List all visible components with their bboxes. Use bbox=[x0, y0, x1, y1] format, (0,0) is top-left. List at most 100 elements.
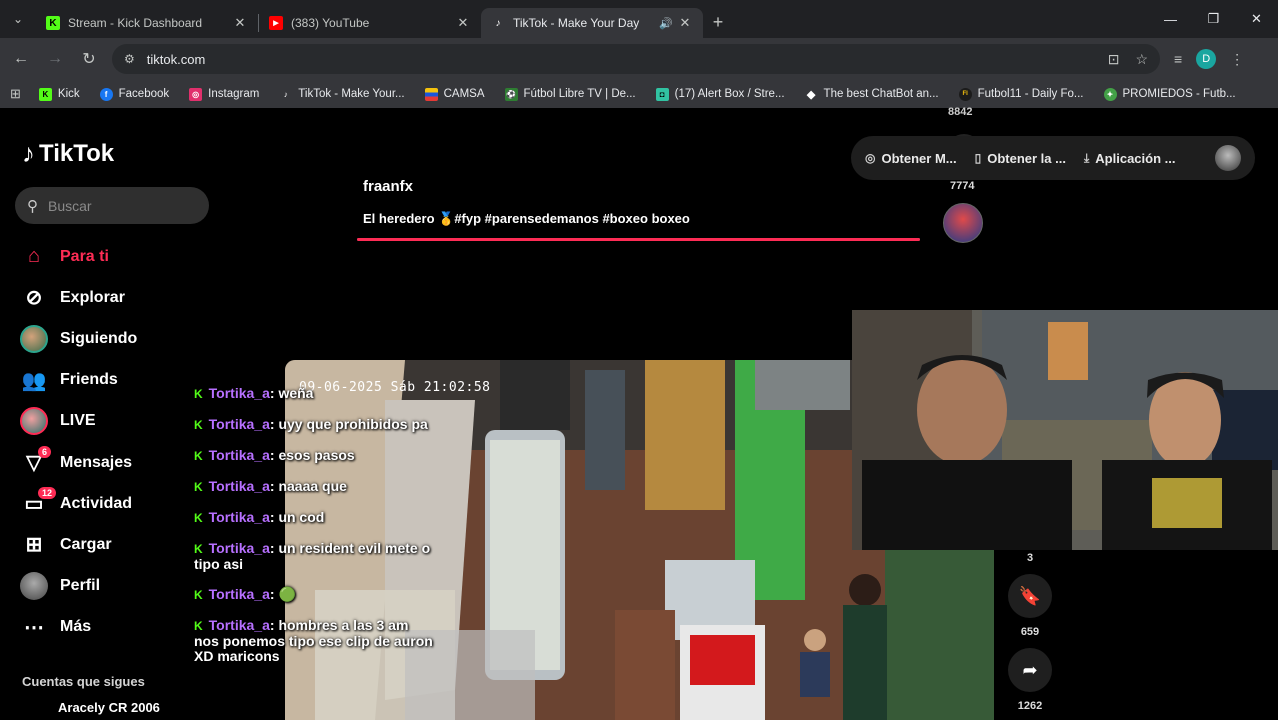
sidebar-item-explorar[interactable]: ⊘ Explorar bbox=[20, 277, 137, 318]
bookmark-label: Instagram bbox=[208, 88, 260, 100]
chat-message: K Tortika_a: un resident evil mete o tipo… bbox=[194, 541, 434, 572]
webcam-overlay bbox=[852, 310, 1278, 550]
chat-text: : un cod bbox=[269, 509, 325, 525]
tab-tiktok[interactable]: ♪ TikTok - Make Your Day 🔊 ✕ bbox=[481, 8, 703, 38]
bookmark-alert-box[interactable]: ◘ (17) Alert Box / Stre... bbox=[655, 87, 785, 101]
kick-icon: K bbox=[194, 619, 203, 633]
share-icon[interactable]: ➦ bbox=[1008, 648, 1052, 692]
back-icon[interactable]: ← bbox=[4, 50, 38, 68]
video-progress-bar[interactable] bbox=[357, 238, 920, 241]
media-control-icon[interactable]: ≡ bbox=[1174, 51, 1182, 67]
sidebar-item-mas[interactable]: ⋯ Más bbox=[20, 607, 137, 648]
restore-icon[interactable]: ❐ bbox=[1192, 0, 1235, 38]
url-text[interactable]: tiktok.com bbox=[147, 52, 1092, 67]
tab-kick[interactable]: K Stream - Kick Dashboard ✕ bbox=[36, 8, 258, 38]
home-icon: ⌂ bbox=[27, 245, 41, 268]
sidebar-item-siguiendo[interactable]: Siguiendo bbox=[20, 318, 137, 359]
bookmark-futbol11[interactable]: FI Futbol11 - Daily Fo... bbox=[958, 87, 1084, 101]
save-count: 659 bbox=[1020, 626, 1040, 638]
sidebar-item-live[interactable]: LIVE bbox=[20, 401, 137, 442]
desktop-app-button[interactable]: ⤓ Aplicación ... bbox=[1084, 151, 1176, 166]
sidebar-item-label: Perfil bbox=[60, 577, 101, 595]
phone-icon: ▯ bbox=[974, 151, 982, 165]
sidebar-item-label: Para ti bbox=[60, 247, 109, 265]
bookmark-icon[interactable]: 🔖 bbox=[1008, 574, 1052, 618]
sidebar-item-actividad[interactable]: ▭ 12 Actividad bbox=[20, 483, 137, 524]
chat-username: Tortika_a bbox=[208, 416, 270, 432]
comment-count: 8842 bbox=[948, 106, 973, 118]
facebook-icon: f bbox=[99, 87, 113, 101]
bookmark-facebook[interactable]: f Facebook bbox=[99, 87, 169, 101]
user-avatar[interactable] bbox=[1215, 145, 1241, 171]
tiktok-icon: ♪ bbox=[495, 17, 501, 29]
get-app-button[interactable]: ▯ Obtener la ... bbox=[975, 151, 1066, 166]
tiktok-note-icon: ♪ bbox=[22, 138, 35, 168]
tab-youtube[interactable]: ▶ (383) YouTube ✕ bbox=[259, 8, 481, 38]
kick-icon: K bbox=[194, 418, 203, 432]
kick-icon: K bbox=[38, 87, 52, 101]
chat-message: K Tortika_a: un cod bbox=[194, 510, 434, 526]
diamond-icon: ◆ bbox=[806, 88, 816, 101]
install-app-icon[interactable]: ⊡ bbox=[1108, 51, 1120, 68]
sidebar-nav: ⌂ Para ti ⊘ Explorar Siguiendo 👥 Friends… bbox=[20, 236, 137, 648]
chat-username: Tortika_a bbox=[208, 586, 270, 602]
forward-icon[interactable]: → bbox=[38, 50, 72, 68]
chat-username: Tortika_a bbox=[208, 540, 270, 556]
pill-label: Obtener M... bbox=[881, 150, 957, 166]
new-tab-button[interactable]: + bbox=[703, 12, 733, 33]
upload-icon: ⊞ bbox=[25, 534, 43, 557]
close-icon[interactable]: ✕ bbox=[677, 15, 693, 31]
bookmark-label: Fútbol Libre TV | De... bbox=[523, 88, 636, 100]
sidebar-item-perfil[interactable]: Perfil bbox=[20, 566, 137, 607]
profile-avatar[interactable]: D bbox=[1196, 49, 1217, 69]
tiktok-logo[interactable]: ♪ TikTok bbox=[22, 138, 114, 169]
bookmark-label: The best ChatBot an... bbox=[823, 88, 939, 100]
bookmark-camsa[interactable]: CAMSA bbox=[424, 87, 485, 101]
sidebar-item-cargar[interactable]: ⊞ Cargar bbox=[20, 524, 137, 565]
chat-text: : weña bbox=[269, 385, 314, 401]
video-author[interactable]: fraanfx bbox=[363, 178, 413, 195]
streamlabs-icon: ◘ bbox=[655, 87, 669, 101]
chat-username: Tortika_a bbox=[208, 617, 270, 633]
sidebar-item-para-ti[interactable]: ⌂ Para ti bbox=[20, 236, 137, 277]
close-window-icon[interactable]: ✕ bbox=[1235, 0, 1278, 38]
kick-icon: K bbox=[194, 511, 203, 525]
close-icon[interactable]: ✕ bbox=[455, 15, 471, 31]
site-settings-icon[interactable]: ⚙ bbox=[124, 52, 135, 66]
close-icon[interactable]: ✕ bbox=[232, 15, 248, 31]
get-coins-button[interactable]: ◎ Obtener M... bbox=[865, 151, 957, 166]
chat-message: K Tortika_a: weña bbox=[194, 386, 434, 402]
profile-avatar-icon bbox=[20, 572, 48, 601]
chat-message: K Tortika_a: esos pasos bbox=[194, 448, 434, 464]
bookmark-futbol-libre[interactable]: ⚽ Fútbol Libre TV | De... bbox=[504, 87, 636, 101]
sidebar-item-label: Más bbox=[60, 618, 92, 636]
reload-icon[interactable]: ↻ bbox=[72, 49, 106, 69]
following-account-item[interactable]: Aracely CR 2006 bbox=[58, 700, 160, 715]
sidebar-item-label: Cargar bbox=[60, 535, 112, 553]
bookmark-promiedos[interactable]: ✦ PROMIEDOS - Futb... bbox=[1103, 87, 1236, 101]
bookmark-instagram[interactable]: ◎ Instagram bbox=[189, 87, 260, 101]
sidebar-item-friends[interactable]: 👥 Friends bbox=[20, 360, 137, 401]
bookmark-kick[interactable]: K Kick bbox=[38, 87, 80, 101]
tab-search-icon[interactable]: ⌄ bbox=[0, 0, 36, 38]
sidebar-item-mensajes[interactable]: ▽ 6 Mensajes bbox=[20, 442, 137, 483]
following-avatar-icon bbox=[20, 324, 48, 353]
minimize-icon[interactable]: — bbox=[1149, 0, 1192, 38]
bookmark-tiktok[interactable]: ♪ TikTok - Make Your... bbox=[279, 88, 405, 101]
menu-kebab-icon[interactable]: ⋮ bbox=[1230, 51, 1244, 68]
top-right-actions: ◎ Obtener M... ▯ Obtener la ... ⤓ Aplicació… bbox=[851, 136, 1255, 180]
search-input[interactable]: ⚲ Buscar bbox=[15, 187, 209, 224]
live-avatar-icon bbox=[20, 407, 48, 436]
speaker-icon[interactable]: 🔊 bbox=[659, 17, 677, 30]
creator-avatar[interactable] bbox=[943, 203, 983, 243]
friends-icon: 👥 bbox=[21, 369, 47, 392]
webcam-image bbox=[852, 310, 1278, 550]
promiedos-icon: ✦ bbox=[1103, 87, 1117, 101]
bookmark-chatbot[interactable]: ◆ The best ChatBot an... bbox=[805, 88, 939, 101]
apps-grid-icon[interactable]: ⊞ bbox=[10, 86, 21, 102]
video-progress-fill bbox=[357, 238, 920, 241]
bookmark-star-icon[interactable]: ☆ bbox=[1135, 51, 1148, 68]
kick-icon: K bbox=[194, 387, 203, 401]
tab-title: Stream - Kick Dashboard bbox=[68, 16, 203, 30]
address-bar[interactable]: ⚙ tiktok.com ⊡ ☆ bbox=[112, 44, 1160, 74]
